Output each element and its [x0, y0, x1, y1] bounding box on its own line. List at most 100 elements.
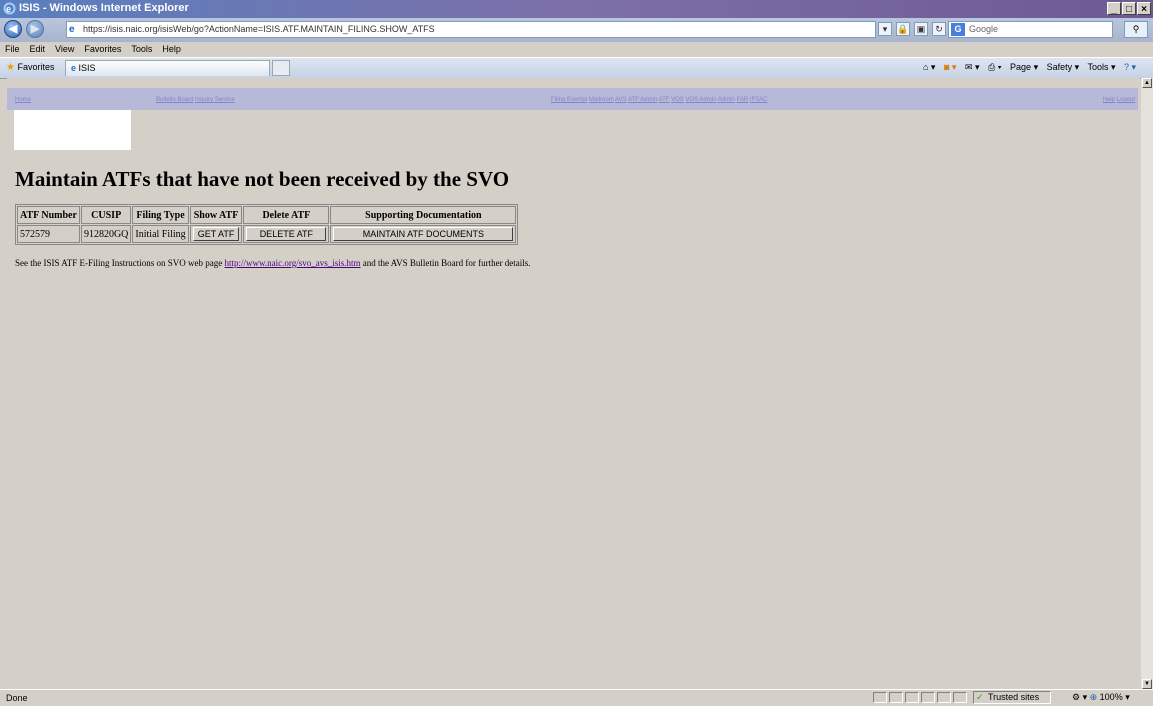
nav-mailroom[interactable]: Mailroom	[589, 97, 614, 103]
footer-prefix: See the ISIS ATF E-Filing Instructions o…	[15, 258, 223, 268]
table-header-row: ATF Number CUSIP Filing Type Show ATF De…	[17, 206, 517, 224]
scroll-up-icon[interactable]: ▲	[1142, 78, 1152, 88]
zoom-control[interactable]: ⚙ ▾ ⊕ 100% ▾	[1072, 692, 1130, 703]
zone-label: Trusted sites	[988, 692, 1040, 702]
compatibility-icon[interactable]: ▣	[914, 22, 928, 36]
zoom-level: 100%	[1099, 692, 1123, 702]
nav-vos-admin[interactable]: VOS Admin	[685, 97, 716, 103]
search-button[interactable]: ⚲	[1124, 21, 1148, 38]
google-icon: G	[951, 23, 965, 36]
table-row: 572579 912820GQ Initial Filing GET ATF D…	[17, 225, 517, 243]
help-icon[interactable]: ? ▾	[1124, 62, 1136, 72]
page-menu[interactable]: Page ▾	[1010, 62, 1038, 72]
zoom-dropdown-icon[interactable]: ▾	[1125, 692, 1130, 702]
status-pane	[953, 692, 967, 703]
status-pane	[921, 692, 935, 703]
svg-text:e: e	[6, 4, 11, 14]
tab-page-icon: e	[71, 63, 77, 73]
svo-link[interactable]: http://www.naic.org/svo_avs_isis.htm	[225, 258, 361, 268]
zoom-icon: ⊕	[1089, 692, 1098, 702]
instructions-text: See the ISIS ATF E-Filing Instructions o…	[15, 258, 531, 268]
show-atf-cell: GET ATF	[189, 225, 243, 243]
search-placeholder: Google	[969, 24, 999, 34]
favorites-bar: ★ Favorites e ISIS ⌂ ▾ ◙ ▾ ✉ ▾ ⎙ ▾ Page …	[0, 57, 1153, 79]
back-button[interactable]: ◀	[4, 20, 22, 38]
get-atf-button[interactable]: GET ATF	[192, 227, 240, 241]
feeds-icon[interactable]: ◙ ▾	[944, 62, 956, 72]
favorites-label: Favorites	[17, 62, 55, 72]
nav-atf[interactable]: ATF	[659, 97, 670, 103]
ie-logo-icon: e	[3, 2, 16, 15]
col-cusip: CUSIP	[80, 206, 132, 224]
nav-atf-admin[interactable]: ATF Admin	[628, 97, 657, 103]
docs-cell: MAINTAIN ATF DOCUMENTS	[330, 225, 517, 243]
menu-edit[interactable]: Edit	[25, 42, 51, 57]
nav-avs[interactable]: AVS	[615, 97, 627, 103]
status-pane	[873, 692, 887, 703]
status-pane	[889, 692, 903, 703]
nav-vos[interactable]: VOS	[671, 97, 684, 103]
menu-file[interactable]: File	[0, 42, 25, 57]
delete-atf-button[interactable]: DELETE ATF	[246, 227, 327, 241]
nav-bulletin-board[interactable]: Bulletin Board	[156, 97, 193, 103]
nav-inquiry-service[interactable]: Inquiry Service	[195, 97, 235, 103]
scroll-down-icon[interactable]: ▼	[1142, 679, 1152, 689]
col-filing-type: Filing Type	[132, 206, 189, 224]
nav-far[interactable]: FAR	[736, 97, 748, 103]
address-bar[interactable]: e https://isis.naic.org/isisWeb/go?Actio…	[66, 21, 876, 38]
menu-view[interactable]: View	[50, 42, 79, 57]
vertical-scrollbar[interactable]: ▲ ▼	[1141, 78, 1153, 689]
lock-icon[interactable]: 🔒	[896, 22, 910, 36]
page-icon: e	[69, 24, 75, 35]
minimize-button[interactable]: _	[1107, 2, 1121, 15]
page-content: Home Bulletin Board Inquiry Service Fili…	[7, 78, 1140, 689]
menu-favorites[interactable]: Favorites	[79, 42, 126, 57]
cusip-cell: 912820GQ	[80, 225, 132, 243]
tools-menu[interactable]: Tools ▾	[1088, 62, 1116, 72]
tab-isis[interactable]: e ISIS	[65, 60, 270, 76]
logo-placeholder	[14, 110, 131, 150]
close-window-button[interactable]: ×	[1137, 2, 1151, 15]
mail-icon[interactable]: ✉ ▾	[965, 62, 980, 72]
col-atf-number: ATF Number	[17, 206, 80, 224]
col-show-atf: Show ATF	[189, 206, 243, 224]
star-icon: ★	[6, 62, 15, 73]
security-zone[interactable]: ✓ Trusted sites	[973, 691, 1051, 704]
maintain-atf-documents-button[interactable]: MAINTAIN ATF DOCUMENTS	[333, 227, 514, 241]
nav-help[interactable]: Help	[1103, 97, 1115, 103]
window-title-bar: e ISIS - Windows Internet Explorer _ □ ×	[0, 0, 1153, 18]
window-title: ISIS - Windows Internet Explorer	[19, 2, 189, 14]
page-title: Maintain ATFs that have not been receive…	[15, 167, 510, 191]
protected-mode-icon[interactable]: ⚙ ▾	[1072, 692, 1087, 702]
forward-button[interactable]: ▶	[26, 20, 44, 38]
refresh-icon[interactable]: ↻	[932, 22, 946, 36]
nav-admin[interactable]: Admin	[718, 97, 735, 103]
checkmark-icon: ✓	[976, 692, 984, 702]
nav-filing-exempt[interactable]: Filing Exempt	[551, 97, 587, 103]
status-pane	[937, 692, 951, 703]
status-bar: Done ✓ Trusted sites ⚙ ▾ ⊕ 100% ▾	[0, 689, 1153, 706]
search-input[interactable]: G Google	[948, 21, 1113, 38]
status-text: Done	[6, 693, 28, 703]
status-pane	[905, 692, 919, 703]
menu-tools[interactable]: Tools	[126, 42, 157, 57]
new-tab-button[interactable]	[272, 60, 290, 76]
atf-table: ATF Number CUSIP Filing Type Show ATF De…	[15, 204, 519, 245]
site-nav: Home Bulletin Board Inquiry Service Fili…	[7, 88, 1138, 110]
col-supporting-docs: Supporting Documentation	[330, 206, 517, 224]
command-bar: ⌂ ▾ ◙ ▾ ✉ ▾ ⎙ ▾ Page ▾ Safety ▾ Tools ▾ …	[923, 62, 1142, 73]
print-icon[interactable]: ⎙ ▾	[988, 62, 1001, 72]
nav-logout[interactable]: Logout	[1117, 97, 1135, 103]
tab-label: ISIS	[78, 63, 96, 73]
nav-ifsac[interactable]: IFSAC	[750, 97, 768, 103]
nav-home[interactable]: Home	[15, 97, 31, 103]
safety-menu[interactable]: Safety ▾	[1047, 62, 1080, 72]
favorites-button[interactable]: ★ Favorites	[6, 62, 55, 73]
menu-help[interactable]: Help	[157, 42, 186, 57]
delete-atf-cell: DELETE ATF	[243, 225, 330, 243]
address-url: https://isis.naic.org/isisWeb/go?ActionN…	[83, 24, 435, 34]
home-icon[interactable]: ⌂ ▾	[923, 62, 935, 72]
dropdown-icon[interactable]: ▾	[878, 22, 892, 36]
menu-bar: File Edit View Favorites Tools Help	[0, 42, 1153, 57]
maximize-button[interactable]: □	[1122, 2, 1136, 15]
